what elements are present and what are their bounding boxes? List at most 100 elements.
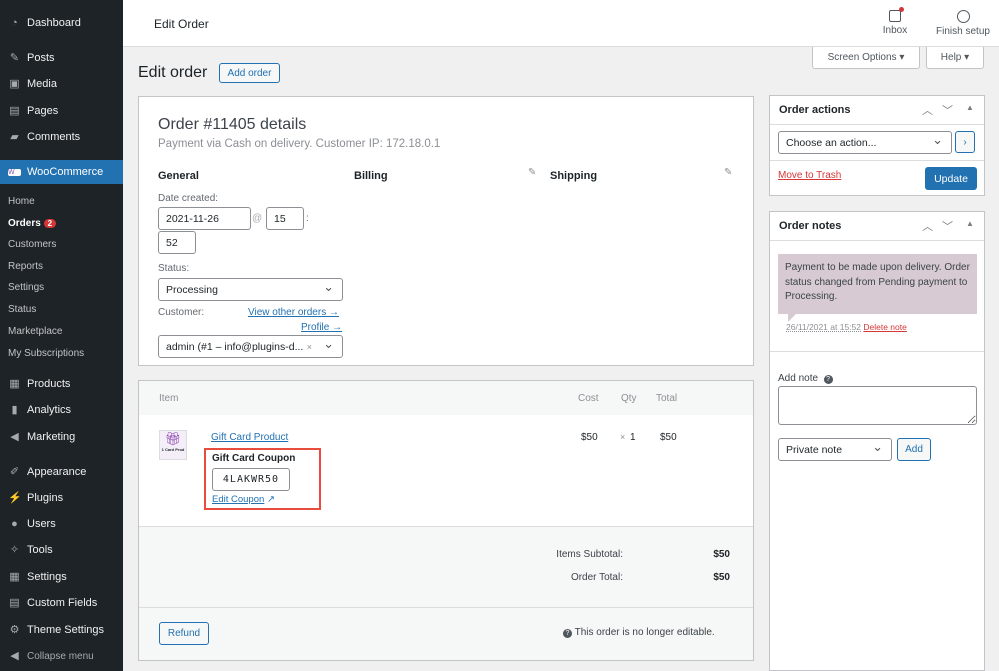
help-label: Help [940,52,962,63]
external-link-icon: ↗ [266,494,275,505]
menu-label: Custom Fields [27,597,98,609]
edit-billing-pencil-icon[interactable]: ✎ [528,167,536,178]
move-up-icon[interactable]: ︿ [922,218,933,234]
divider [139,607,753,608]
help-icon: ? [823,375,833,384]
order-total-label: Order Total: [570,572,623,583]
help-button[interactable]: Help ▾ [926,47,984,69]
menu-pages[interactable]: ▤ Pages [0,100,123,122]
submenu-home[interactable]: Home [8,196,35,207]
submenu-customers[interactable]: Customers [8,239,56,250]
toggle-panel-icon[interactable]: ▲ [966,219,974,228]
date-input[interactable]: 2021-11-26 [158,207,251,230]
minute-input[interactable]: 52 [158,231,196,254]
products-icon: ▦ [9,378,20,390]
status-select[interactable]: Processing [158,278,343,301]
note-type-value: Private note [786,443,843,456]
menu-woocommerce[interactable]: W WooCommerce [0,160,123,184]
finish-setup-button[interactable]: Finish setup [931,10,995,37]
update-button[interactable]: Update [925,167,977,190]
collapse-menu[interactable]: ◀ Collapse menu [0,645,123,667]
menu-custom-fields[interactable]: ▤ Custom Fields [0,592,123,614]
note-type-select[interactable]: Private note [778,438,892,461]
delete-note-link[interactable]: Delete note [863,322,906,332]
coupon-highlight-box: Gift Card Coupon 4LAKWR50 Edit Coupon ↗ [204,448,321,510]
menu-settings[interactable]: ▦ Settings [0,566,123,588]
order-total-value: $50 [713,572,730,583]
inbox-button[interactable]: Inbox [875,7,915,36]
menu-label: Products [27,378,71,390]
order-note: Payment to be made upon delivery. Order … [778,254,977,314]
move-down-icon[interactable]: ﹀ [942,102,953,118]
submenu-orders[interactable]: Orders 2 [8,218,57,229]
plug-icon: ⚡ [8,492,22,504]
menu-products[interactable]: ▦ Products [0,373,123,395]
menu-plugins[interactable]: ⚡ Plugins [0,487,123,509]
menu-label: Theme Settings [27,624,105,636]
customer-select[interactable]: admin (#1 – info@plugins-d... × [158,335,343,358]
submenu-subscriptions[interactable]: My Subscriptions [8,348,84,359]
menu-label: Marketing [27,431,76,443]
not-editable-notice: ? This order is no longer editable. [563,627,715,638]
menu-media[interactable]: ▣ Media [0,73,123,95]
add-order-button[interactable]: Add order [219,63,280,83]
menu-label: Plugins [27,492,64,504]
order-items-panel: Item Cost Qty Total 🎁︎ 1 Card Prod Gift C… [138,380,754,661]
at-sign: @ [252,213,263,224]
menu-label: Media [27,78,57,90]
add-note-textarea[interactable] [778,386,977,425]
status-value: Processing [166,283,218,296]
menu-tools[interactable]: ✧ Tools [0,539,123,561]
menu-dashboard[interactable]: ◔ Dashboard [0,12,123,34]
order-heading: Order #11405 details [158,116,307,133]
edit-coupon-link[interactable]: Edit Coupon ↗ [212,494,275,505]
order-action-select[interactable]: Choose an action... [778,131,952,154]
screen-options-label: Screen Options [827,52,897,63]
submenu-marketplace[interactable]: Marketplace [8,326,62,337]
move-down-icon[interactable]: ﹀ [942,218,953,234]
hour-input[interactable]: 15 [266,207,304,230]
apply-action-button[interactable]: › [955,131,975,153]
media-icon: ▣ [9,78,20,90]
menu-comments[interactable]: ▰ Comments [0,126,123,148]
menu-theme-settings[interactable]: ⚙ Theme Settings [0,619,123,641]
submenu-status[interactable]: Status [8,304,36,315]
customer-label: Customer: [158,307,205,318]
topbar-title: Edit Order [154,17,209,31]
menu-label: Dashboard [27,17,81,29]
move-to-trash-link[interactable]: Move to Trash [778,170,841,181]
toggle-panel-icon[interactable]: ▲ [966,103,974,112]
edit-coupon-label[interactable]: Edit Coupon [212,494,264,505]
col-item: Item [159,393,179,404]
note-date: 26/11/2021 at 15:52 [786,322,861,332]
thumb-text: 1 Card Prod [161,447,185,452]
move-up-icon[interactable]: ︿ [922,102,933,118]
screen-options-button[interactable]: Screen Options ▾ [812,47,920,69]
menu-users[interactable]: ● Users [0,513,123,535]
view-other-orders-link[interactable]: View other orders → [248,307,339,318]
inbox-icon [889,7,904,22]
item-cost: $50 [581,432,598,443]
refund-button[interactable]: Refund [159,622,209,645]
profile-link[interactable]: Profile → [301,322,342,333]
submenu-settings[interactable]: Settings [8,282,44,293]
qty-times: × [620,432,626,442]
menu-appearance[interactable]: ✐ Appearance [0,461,123,483]
line-item-row: 🎁︎ 1 Card Prod Gift Card Product Gift Car… [139,415,753,527]
edit-shipping-pencil-icon[interactable]: ✎ [724,167,732,178]
coupon-code[interactable]: 4LAKWR50 [212,468,290,491]
add-note-button[interactable]: Add [897,438,931,461]
product-link[interactable]: Gift Card Product [211,432,288,443]
menu-posts[interactable]: ✎ Posts [0,47,123,69]
menu-label: Analytics [27,404,72,416]
analytics-icon: ▮ [11,404,18,416]
collapse-icon: ◀ [10,650,19,662]
woo-icon: W [8,168,21,176]
time-colon: : [306,213,309,224]
clear-customer-icon[interactable]: × [307,342,312,352]
menu-marketing[interactable]: ◀ Marketing [0,426,123,448]
submenu-reports[interactable]: Reports [8,261,43,272]
menu-label: Pages [27,105,59,117]
menu-analytics[interactable]: ▮ Analytics [0,399,123,421]
order-notes-title: Order notes [779,220,842,232]
